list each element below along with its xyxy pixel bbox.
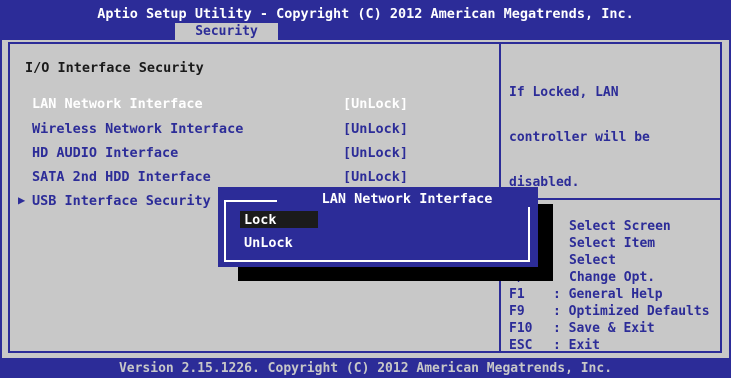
- key-legend-select: Select: [569, 253, 616, 268]
- app-title: Aptio Setup Utility - Copyright (C) 2012…: [97, 6, 634, 22]
- setting-sata-2nd-hdd-interface[interactable]: SATA 2nd HDD Interface: [32, 169, 211, 185]
- setting-lan-network-interface[interactable]: LAN Network Interface: [32, 96, 203, 112]
- setting-hd-audio-interface-value[interactable]: [UnLock]: [343, 145, 408, 161]
- help-line-3: disabled.: [509, 175, 580, 190]
- help-line-2: controller will be: [509, 130, 650, 145]
- submenu-arrow-icon: ▶: [18, 193, 26, 207]
- popup-option-unlock[interactable]: UnLock: [244, 235, 293, 251]
- key-legend-select-screen: Select Screen: [569, 219, 671, 234]
- tab-security[interactable]: Security: [175, 23, 278, 40]
- section-title: I/O Interface Security: [25, 60, 204, 76]
- key-f1: F1: [509, 287, 525, 302]
- popup-border: [224, 200, 530, 262]
- key-f9: F9: [509, 304, 525, 319]
- footer-version: Version 2.15.1226. Copyright (C) 2012 Am…: [118, 361, 613, 376]
- popup-title: LAN Network Interface: [277, 191, 537, 207]
- key-legend-select-item: Select Item: [569, 236, 656, 251]
- key-esc: ESC: [509, 338, 533, 353]
- setting-wireless-network-interface[interactable]: Wireless Network Interface: [32, 121, 243, 137]
- setting-sata-2nd-hdd-interface-value[interactable]: [UnLock]: [343, 169, 408, 185]
- setting-hd-audio-interface[interactable]: HD AUDIO Interface: [32, 145, 178, 161]
- submenu-usb-interface-security[interactable]: USB Interface Security: [32, 193, 211, 209]
- help-text: If Locked, LAN controller will be disabl…: [509, 55, 717, 205]
- key-legend-general-help: : General Help: [553, 287, 663, 302]
- help-line-1: If Locked, LAN: [509, 85, 619, 100]
- key-legend-exit: : Exit: [553, 338, 600, 353]
- key-legend-save-exit: : Save & Exit: [553, 321, 655, 336]
- key-legend-optimized-defaults: : Optimized Defaults: [553, 304, 710, 319]
- setting-wireless-network-interface-value[interactable]: [UnLock]: [343, 121, 408, 137]
- setting-lan-network-interface-value[interactable]: [UnLock]: [343, 96, 408, 112]
- popup-option-lock[interactable]: Lock: [244, 212, 277, 228]
- key-f10: F10: [509, 321, 533, 336]
- key-legend-change-opt: Change Opt.: [569, 270, 656, 285]
